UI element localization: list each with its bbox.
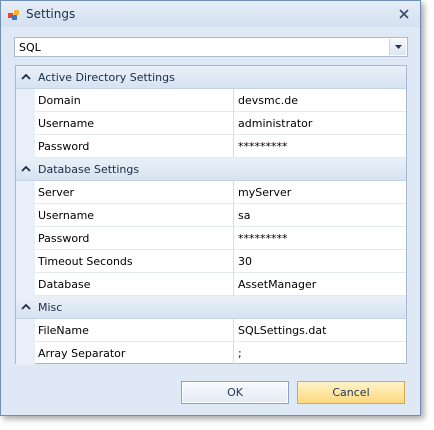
property-row[interactable]: FileName SQLSettings.dat xyxy=(16,319,406,342)
category-label: Active Directory Settings xyxy=(38,71,175,84)
property-value[interactable]: ********* xyxy=(234,135,406,158)
row-gutter xyxy=(16,181,35,204)
chevron-up-icon[interactable] xyxy=(21,302,31,312)
property-name: Password xyxy=(35,227,234,250)
property-value[interactable]: devsmc.de xyxy=(234,89,406,112)
ok-button[interactable]: OK xyxy=(181,381,289,404)
property-row[interactable]: Database AssetManager xyxy=(16,273,406,296)
cancel-button[interactable]: Cancel xyxy=(297,381,405,404)
row-gutter xyxy=(16,250,35,273)
settings-type-value: SQL xyxy=(19,41,41,54)
settings-dialog: Settings SQL Active Directory Settings Do… xyxy=(0,0,421,416)
property-value[interactable]: 30 xyxy=(234,250,406,273)
chevron-up-icon[interactable] xyxy=(21,164,31,174)
property-row[interactable]: Password ********* xyxy=(16,227,406,250)
row-gutter xyxy=(16,112,35,135)
property-name: Array Separator xyxy=(35,342,234,365)
property-value[interactable]: ********* xyxy=(234,227,406,250)
property-name: Domain xyxy=(35,89,234,112)
property-row[interactable]: Username sa xyxy=(16,204,406,227)
row-gutter xyxy=(16,342,35,365)
property-value[interactable]: AssetManager xyxy=(234,273,406,296)
property-name: FileName xyxy=(35,319,234,342)
property-name: Username xyxy=(35,204,234,227)
property-name: Database xyxy=(35,273,234,296)
property-name: Password xyxy=(35,135,234,158)
row-gutter xyxy=(16,89,35,112)
property-value[interactable]: sa xyxy=(234,204,406,227)
property-row[interactable]: Password ********* xyxy=(16,135,406,158)
property-value[interactable]: ; xyxy=(234,342,406,365)
window-title: Settings xyxy=(26,7,76,21)
title-bar: Settings xyxy=(1,1,420,27)
property-row[interactable]: Timeout Seconds 30 xyxy=(16,250,406,273)
property-row[interactable]: Domain devsmc.de xyxy=(16,89,406,112)
property-row[interactable]: Array Separator; xyxy=(16,342,406,365)
settings-type-select[interactable]: SQL xyxy=(14,37,408,57)
chevron-down-icon xyxy=(394,45,402,49)
property-row[interactable]: Username administrator xyxy=(16,112,406,135)
property-value[interactable]: SQLSettings.dat xyxy=(234,319,406,342)
category-header[interactable]: Active Directory Settings xyxy=(16,66,406,89)
property-name: Server xyxy=(35,181,234,204)
property-name: Timeout Seconds xyxy=(35,250,234,273)
row-gutter xyxy=(16,227,35,250)
row-gutter xyxy=(16,135,35,158)
category-header[interactable]: Misc xyxy=(16,296,406,319)
category-header[interactable]: Database Settings xyxy=(16,158,406,181)
property-row[interactable]: Server myServer xyxy=(16,181,406,204)
close-icon xyxy=(399,9,409,19)
chevron-up-icon[interactable] xyxy=(21,72,31,82)
dropdown-button[interactable] xyxy=(389,39,406,55)
property-value[interactable]: administrator xyxy=(234,112,406,135)
settings-app-icon xyxy=(8,10,19,20)
category-label: Misc xyxy=(38,301,63,314)
property-grid: Active Directory Settings Domain devsmc.de… xyxy=(15,65,407,365)
property-name: Username xyxy=(35,112,234,135)
row-gutter xyxy=(16,273,35,296)
row-gutter xyxy=(16,204,35,227)
category-label: Database Settings xyxy=(38,163,140,176)
property-value[interactable]: myServer xyxy=(234,181,406,204)
row-gutter xyxy=(16,319,35,342)
close-button[interactable] xyxy=(394,4,414,24)
